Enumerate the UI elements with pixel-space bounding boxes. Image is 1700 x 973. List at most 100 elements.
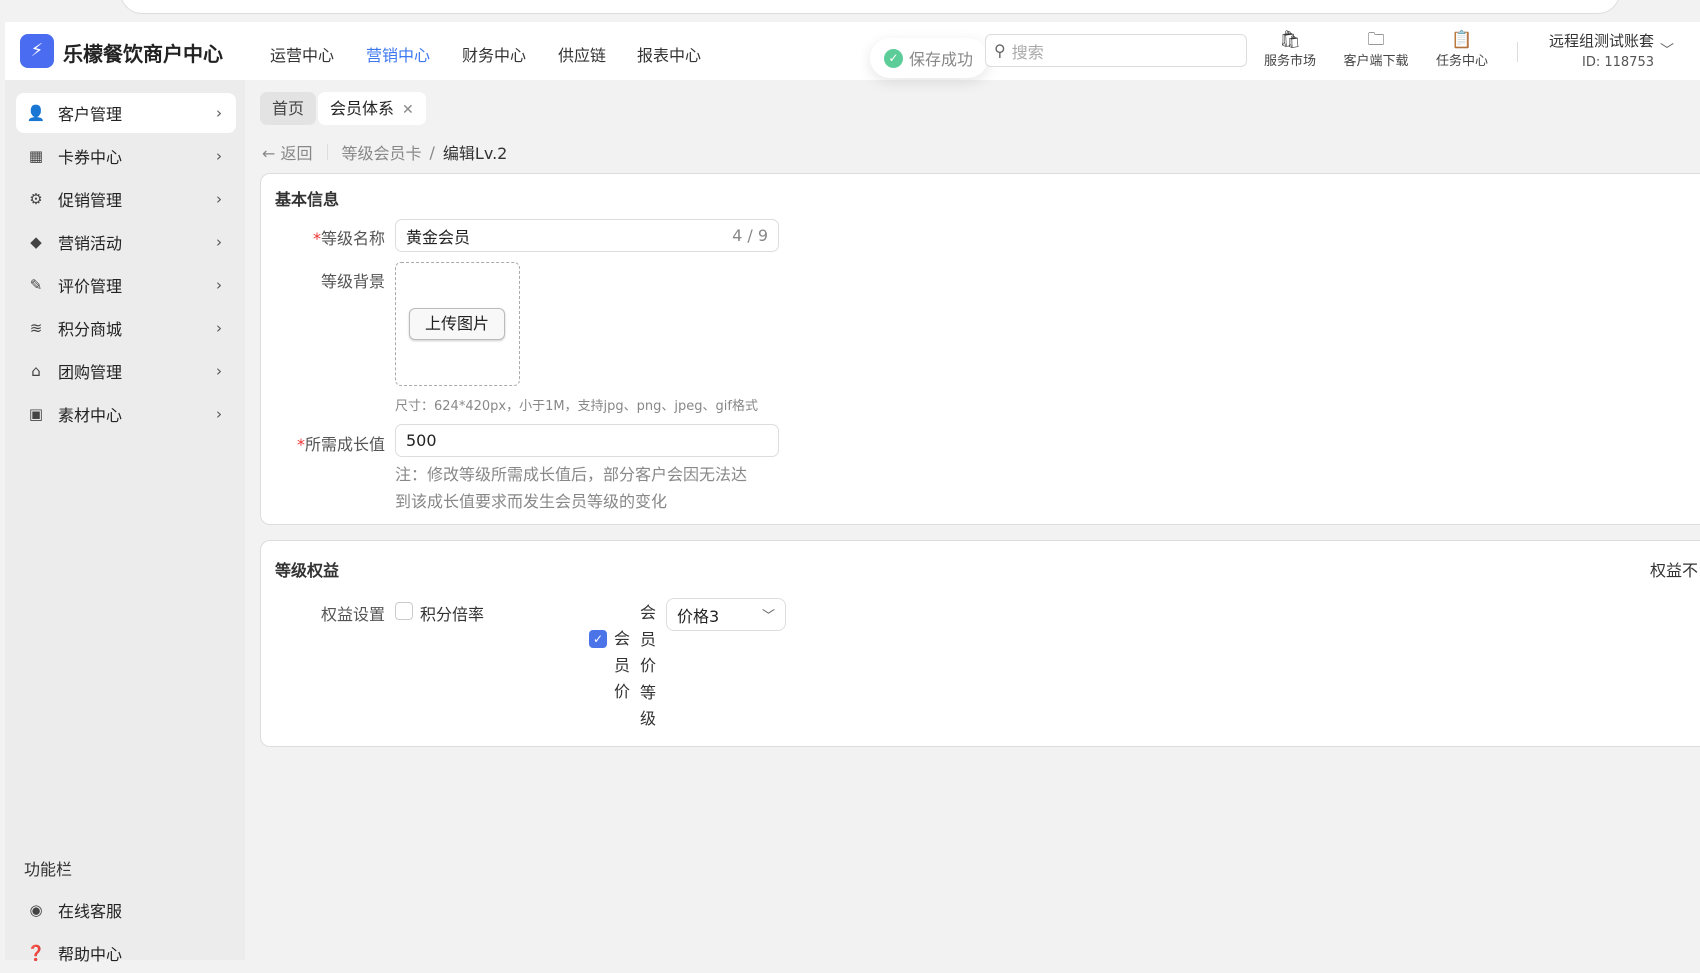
member-price-level-label: 会员价等级 — [639, 603, 656, 728]
coins-icon: ≋ — [29, 319, 43, 337]
nav-marketing[interactable]: 营销中心 — [366, 42, 430, 66]
tab-home[interactable]: 首页 — [260, 92, 317, 125]
sidebar-item[interactable]: ✎ 评价管理 › — [16, 265, 236, 305]
growth-note: 注：修改等级所需成长值后，部分客户会因无法达 — [395, 465, 748, 484]
rights-setting-label: 权益设置 — [320, 605, 385, 624]
tab-label: 首页 — [272, 99, 305, 118]
check-circle-icon: ✓ — [884, 48, 903, 68]
nav-supply-chain[interactable]: 供应链 — [558, 42, 606, 66]
tool-label: 服务市场 — [1263, 54, 1316, 69]
sidebar-item-label: 营销活动 — [58, 234, 123, 253]
folder-download-icon: 🗀 — [1367, 30, 1385, 50]
search-placeholder: 搜索 — [1011, 42, 1044, 62]
sidebar-item[interactable]: ⌂ 团购管理 › — [16, 351, 236, 391]
search-input[interactable]: ⚲ 搜索 — [985, 34, 1247, 67]
account-name[interactable]: 远程组测试账套 — [1549, 30, 1654, 51]
breadcrumb-current: 编辑Lv.2 — [442, 144, 508, 163]
task-center-button[interactable]: 📋 任务中心 — [1422, 30, 1502, 69]
chevron-down-icon[interactable]: ﹀ — [1660, 40, 1674, 60]
back-button[interactable]: ← 返回 — [262, 140, 313, 164]
edit-icon: ✎ — [29, 276, 43, 294]
growth-value-label: *所需成长值 — [296, 435, 385, 454]
headset-icon: ◉ — [29, 901, 43, 919]
sidebar-item[interactable]: ≋ 积分商城 › — [16, 308, 236, 348]
divider — [1517, 42, 1518, 62]
tool-label: 任务中心 — [1435, 54, 1488, 69]
chevron-right-icon: › — [216, 147, 222, 165]
divider — [326, 144, 328, 160]
nav-operations[interactable]: 运营中心 — [270, 42, 334, 66]
brand-title: 乐檬餐饮商户中心 — [63, 42, 223, 66]
user-icon: 👤 — [26, 104, 46, 122]
level-name-input[interactable]: 黄金会员 4 / 9 — [395, 219, 779, 252]
select-value: 价格3 — [677, 606, 720, 626]
input-value: 黄金会员 — [406, 227, 471, 247]
discount-icon: ⚙ — [29, 190, 43, 208]
save-success-toast: ✓ 保存成功 — [870, 38, 988, 78]
sidebar-item-help-center[interactable]: ❓ 帮助中心 — [16, 933, 236, 973]
upload-hint: 尺寸：624*420px，小于1M，支持jpg、png、jpeg、gif格式 — [395, 399, 758, 414]
breadcrumb-separator: / — [429, 142, 435, 162]
nav-reports[interactable]: 报表中心 — [637, 42, 701, 66]
sidebar-item[interactable]: ▣ 素材中心 › — [16, 394, 236, 434]
growth-note: 到该成长值要求而发生会员等级的变化 — [395, 492, 668, 511]
tab-label: 会员体系 — [330, 99, 395, 118]
breadcrumb-parent[interactable]: 等级会员卡 — [342, 140, 422, 164]
level-rights-card — [260, 540, 1700, 747]
chevron-right-icon: › — [216, 276, 222, 294]
sidebar-item-label: 帮助中心 — [58, 945, 123, 964]
section-title: 等级权益 — [275, 561, 340, 580]
breadcrumb: ← 返回 等级会员卡 / 编辑Lv.2 — [262, 140, 507, 164]
member-price-checkbox[interactable]: ✓ — [589, 630, 607, 648]
store-bag-icon: 🛍 — [1279, 30, 1301, 50]
growth-value-input[interactable]: 500 — [395, 424, 779, 457]
help-icon: ❓ — [26, 944, 46, 962]
points-rate-label: 积分倍率 — [420, 605, 485, 624]
sidebar-item[interactable]: ▦ 卡券中心 › — [16, 136, 236, 176]
sidebar-item-label: 积分商城 — [58, 320, 123, 339]
logo-icon: ⚡ — [20, 34, 54, 68]
tag-icon: ◆ — [30, 233, 42, 251]
client-download-button[interactable]: 🗀 客户端下载 — [1336, 30, 1416, 69]
chevron-right-icon: › — [216, 104, 222, 122]
nav-finance[interactable]: 财务中心 — [462, 42, 526, 66]
store-icon: ⌂ — [31, 362, 41, 380]
sidebar-item-label: 卡券中心 — [58, 148, 123, 167]
sidebar-item-label: 团购管理 — [58, 363, 123, 382]
tool-label: 客户端下载 — [1343, 54, 1409, 69]
points-rate-checkbox[interactable] — [395, 602, 413, 620]
sidebar-item-label: 在线客服 — [58, 902, 123, 921]
sidebar-item-label: 客户管理 — [58, 105, 123, 124]
tab-member-system[interactable]: 会员体系 ✕ — [318, 92, 426, 125]
sidebar-item[interactable]: 👤 客户管理 › — [16, 93, 236, 133]
search-icon: ⚲ — [994, 41, 1006, 60]
member-price-label: 会员价 — [613, 629, 630, 701]
close-icon[interactable]: ✕ — [402, 102, 414, 118]
sidebar-item[interactable]: ◆ 营销活动 › — [16, 222, 236, 262]
chevron-right-icon: › — [216, 362, 222, 380]
price-level-select[interactable]: 价格3 ﹀ — [666, 598, 786, 631]
input-value: 500 — [406, 431, 437, 450]
sidebar-item-label: 促销管理 — [58, 191, 123, 210]
chevron-right-icon: › — [216, 190, 222, 208]
chevron-down-icon: ﹀ — [761, 609, 775, 624]
sidebar-item-label: 素材中心 — [58, 406, 123, 425]
chevron-right-icon: › — [216, 319, 222, 337]
chevron-right-icon: › — [216, 405, 222, 423]
char-count: 4 / 9 — [732, 226, 768, 245]
clipboard-check-icon: 📋 — [1451, 30, 1473, 50]
service-market-button[interactable]: 🛍 服务市场 — [1250, 30, 1330, 69]
upload-image-button[interactable]: 上传图片 — [409, 308, 505, 340]
browser-address-bar[interactable] — [120, 0, 1620, 14]
coupon-icon: ▦ — [28, 147, 44, 165]
sidebar-item-online-service[interactable]: ◉ 在线客服 — [16, 890, 236, 930]
sidebar-item-label: 评价管理 — [58, 277, 123, 296]
chevron-right-icon: › — [216, 233, 222, 251]
level-name-label: *等级名称 — [312, 229, 385, 248]
section-title: 基本信息 — [275, 190, 340, 209]
sidebar-item[interactable]: ⚙ 促销管理 › — [16, 179, 236, 219]
toast-text: 保存成功 — [909, 50, 974, 69]
account-id: ID: 118753 — [1582, 55, 1654, 70]
function-bar-title: 功能栏 — [24, 860, 73, 879]
back-label: 返回 — [280, 144, 313, 163]
